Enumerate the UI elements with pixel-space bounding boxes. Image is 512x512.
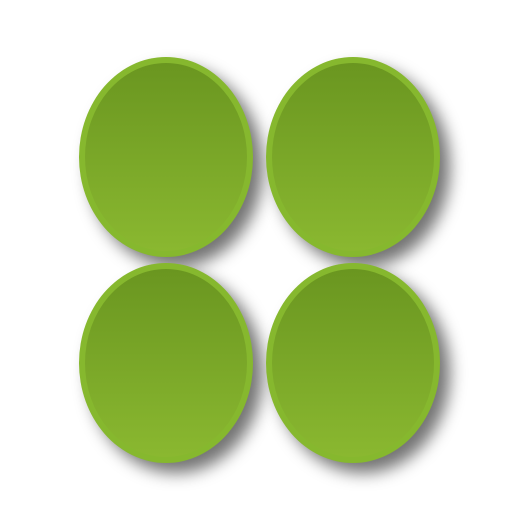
oval-tile-bottom-right [266,263,450,473]
tile-face [85,269,247,457]
tile-face [272,63,434,251]
tile-face [272,269,434,457]
icon-canvas [0,0,512,512]
oval-tile-bottom-left [79,263,263,473]
oval-tile-top-right [266,57,450,267]
oval-tile-top-left [79,57,263,267]
tile-face [85,63,247,251]
